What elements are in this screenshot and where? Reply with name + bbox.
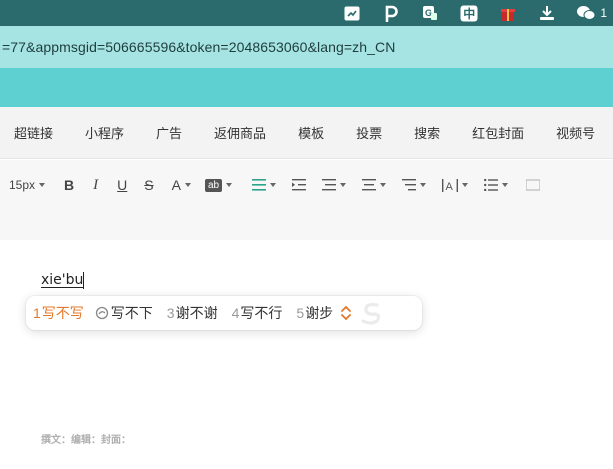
paragraph-before-button[interactable]	[402, 173, 427, 197]
insert-red-packet-cover[interactable]: 红包封面	[472, 123, 524, 142]
font-size-select[interactable]: 15px	[9, 173, 46, 197]
insert-vote[interactable]: 投票	[356, 123, 382, 142]
chevron-down-icon	[420, 183, 427, 187]
paragraph-before-icon	[402, 179, 417, 191]
download-icon[interactable]	[536, 4, 558, 22]
line-height-icon	[362, 179, 377, 191]
font-color-button[interactable]: A	[172, 173, 191, 197]
font-size-value: 15px	[9, 178, 36, 192]
browser-toolbar-band	[0, 68, 613, 107]
p-app-icon[interactable]	[380, 4, 402, 22]
paragraph-spacing-icon	[322, 179, 337, 191]
chevron-down-icon	[226, 183, 233, 187]
letter-spacing-button[interactable]: A	[442, 173, 469, 197]
background-color-button[interactable]: ab	[204, 173, 233, 197]
candidate-number: 4	[231, 305, 240, 321]
wechat-unread-count: 1	[600, 6, 607, 20]
ime-candidate-4[interactable]: 4 写不行	[232, 303, 283, 323]
underline-icon: U	[117, 177, 128, 193]
article-meta: 撰文：编辑：封面：	[41, 435, 131, 446]
candidate-word: 写不行	[240, 306, 283, 322]
input-method-zhong-icon[interactable]: 中	[458, 4, 480, 22]
candidate-word: 写不写	[41, 306, 84, 322]
format-toolbar-row: 15px B I U S A ab A	[0, 172, 541, 198]
ime-candidate-2[interactable]: 写不下	[95, 303, 153, 323]
cloud-candidate-icon	[95, 306, 108, 320]
chevron-up-icon[interactable]	[341, 306, 352, 312]
candidate-number: 3	[166, 305, 175, 321]
indent-icon	[292, 179, 307, 191]
gift-icon[interactable]	[497, 4, 519, 22]
strikethrough-icon: S	[144, 177, 154, 193]
ime-candidate-3[interactable]: 3 谢不谢	[167, 303, 218, 323]
chevron-down-icon	[502, 183, 509, 187]
chevron-down-icon	[270, 183, 277, 187]
url-text[interactable]: =77&appmsgid=506665596&token=2048653060&…	[2, 39, 395, 55]
insert-template[interactable]: 模板	[298, 123, 324, 142]
wechat-icon[interactable]	[575, 4, 597, 22]
chevron-down-icon	[462, 183, 469, 187]
align-left-icon	[252, 179, 267, 191]
bold-button[interactable]: B	[64, 173, 74, 197]
svg-text:G: G	[425, 8, 432, 18]
list-button[interactable]	[484, 173, 509, 197]
italic-button[interactable]: I	[93, 173, 98, 197]
format-more-icon	[526, 179, 541, 191]
insert-hyperlink[interactable]: 超链接	[14, 123, 53, 142]
background-color-icon: ab	[204, 178, 223, 192]
strikethrough-button[interactable]: S	[144, 173, 153, 197]
insert-search[interactable]: 搜索	[414, 123, 440, 142]
candidate-word: 谢步	[305, 306, 334, 322]
translate-icon[interactable]: G	[419, 4, 441, 22]
insert-commission-product[interactable]: 返佣商品	[214, 123, 266, 142]
candidate-number: 1	[33, 305, 41, 321]
text-cursor	[83, 272, 84, 289]
ime-candidate-5[interactable]: 5 谢步	[296, 303, 333, 323]
ime-page-arrows[interactable]	[339, 301, 353, 325]
chevron-down-icon	[184, 183, 191, 187]
format-toolbar: 15px B I U S A ab A	[0, 160, 613, 240]
underline-button[interactable]: U	[117, 173, 127, 197]
chevron-down-icon[interactable]	[341, 314, 352, 320]
chevron-down-icon	[39, 183, 46, 187]
dock-app-icon[interactable]	[341, 4, 363, 22]
insert-mini-program[interactable]: 小程序	[85, 123, 124, 142]
candidate-number: 5	[296, 305, 305, 321]
insert-ad[interactable]: 广告	[156, 123, 182, 142]
bold-icon: B	[64, 177, 75, 193]
spacing-button[interactable]	[322, 173, 347, 197]
input-method-label: 中	[463, 6, 476, 21]
letter-spacing-icon: A	[442, 178, 459, 192]
ime-candidate-window: 1 写不写 写不下 3 谢不谢 4 写不行 5 谢步	[26, 296, 422, 330]
font-color-icon: A	[171, 177, 181, 193]
composition-text: xie'bu	[41, 272, 84, 288]
insert-toolbar: 超链接 小程序 广告 返佣商品 模板 投票 搜索 红包封面 视频号	[0, 107, 613, 159]
address-bar[interactable]: =77&appmsgid=506665596&token=2048653060&…	[0, 26, 613, 68]
bulleted-list-icon	[484, 179, 499, 191]
line-height-button[interactable]	[362, 173, 387, 197]
more-format-button[interactable]	[526, 173, 541, 197]
svg-text:A: A	[446, 181, 454, 192]
chevron-down-icon	[340, 183, 347, 187]
insert-channels-video[interactable]: 视频号	[556, 123, 595, 142]
italic-icon: I	[93, 176, 99, 193]
indent-button[interactable]	[292, 173, 307, 197]
candidate-word: 写不下	[110, 306, 153, 322]
menu-bar: G 中 1	[0, 0, 613, 26]
ime-logo-icon	[361, 302, 381, 325]
ime-candidate-1[interactable]: 1 写不写	[33, 303, 84, 323]
candidate-word: 谢不谢	[175, 306, 218, 322]
align-button[interactable]	[252, 173, 277, 197]
chevron-down-icon	[380, 183, 387, 187]
